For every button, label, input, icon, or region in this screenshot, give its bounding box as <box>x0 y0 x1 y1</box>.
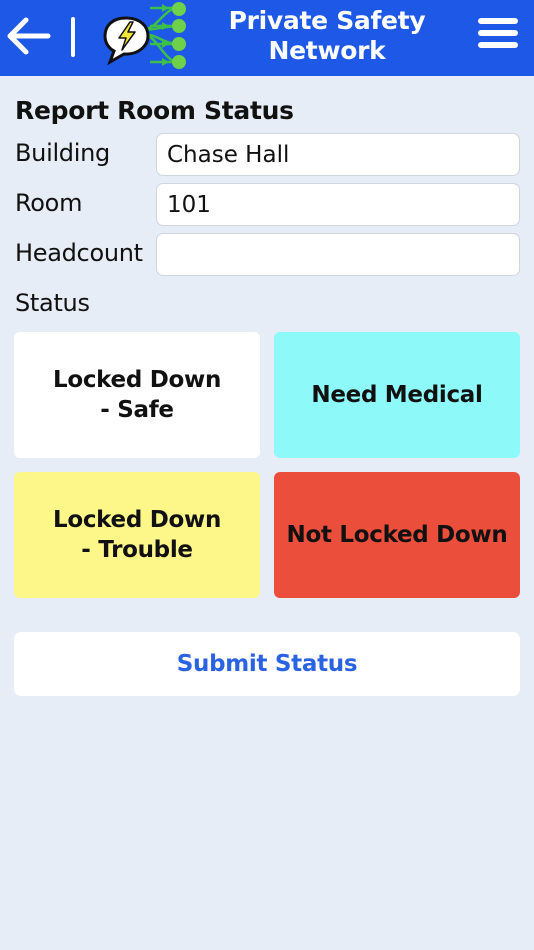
building-label: Building <box>15 139 110 167</box>
section-title: Report Room Status <box>15 96 294 125</box>
arrow-left-icon[interactable] <box>4 14 52 58</box>
room-label: Room <box>15 189 83 217</box>
submit-status-button[interactable]: Submit Status <box>14 632 520 696</box>
headcount-input[interactable] <box>156 233 520 276</box>
status-locked-down-safe-button[interactable]: Locked Down - Safe <box>14 332 260 458</box>
hamburger-menu-icon[interactable] <box>478 18 518 56</box>
status-locked-down-trouble-button[interactable]: Locked Down - Trouble <box>14 472 260 598</box>
room-input[interactable] <box>156 183 520 226</box>
page-title: Private Safety Network <box>228 6 426 65</box>
status-need-medical-button[interactable]: Need Medical <box>274 332 520 458</box>
headcount-label: Headcount <box>15 239 143 267</box>
building-input[interactable] <box>156 133 520 176</box>
status-label: Status <box>15 289 90 317</box>
status-not-locked-down-button[interactable]: Not Locked Down <box>274 472 520 598</box>
app-header: Private Safety Network <box>0 0 534 76</box>
lightning-bubble-network-logo-icon <box>103 2 186 69</box>
header-divider <box>71 17 75 57</box>
